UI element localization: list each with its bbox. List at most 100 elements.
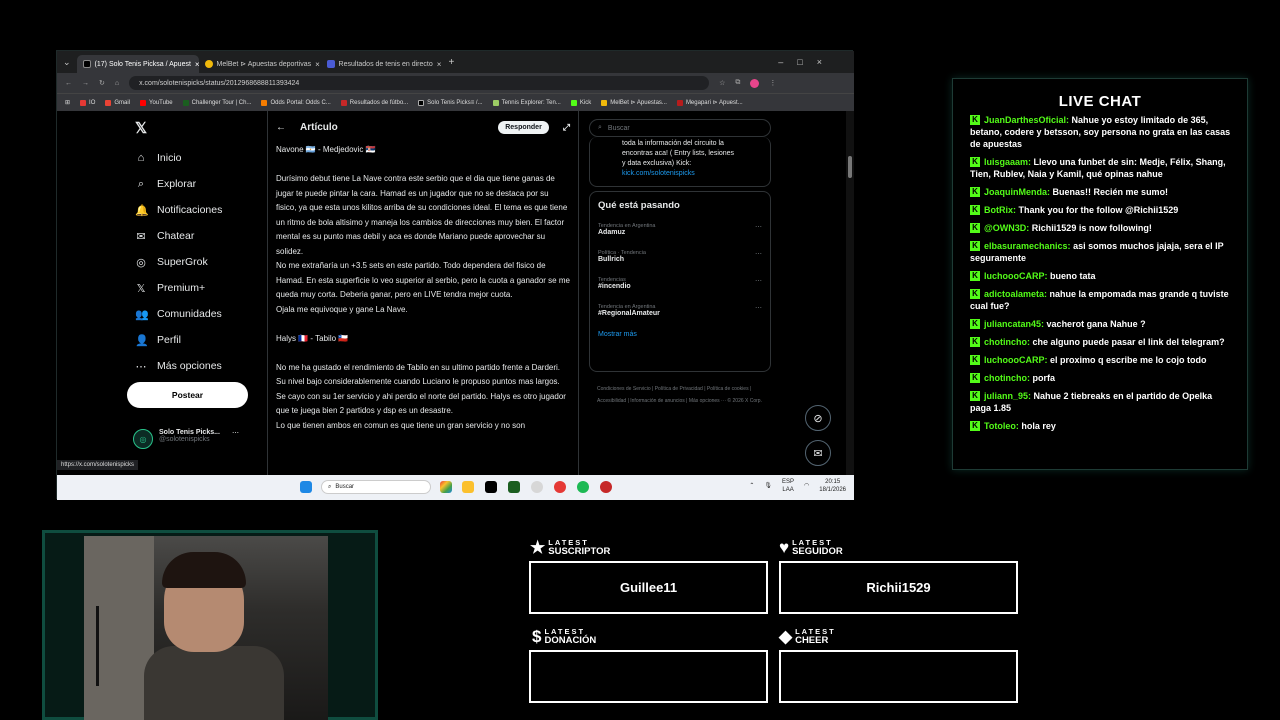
chat-username[interactable]: chotincho:	[984, 337, 1030, 347]
bio-link[interactable]: kick.com/solotenispicks	[622, 170, 695, 177]
chat-username[interactable]: adictoalameta:	[984, 289, 1047, 299]
show-more-link[interactable]: Mostrar más	[598, 331, 762, 338]
nav-item-comunidades[interactable]: 👥 Comunidades	[127, 301, 267, 327]
bookmark-item[interactable]: Resultados de fútbo...	[340, 99, 408, 106]
file-explorer-icon[interactable]	[462, 481, 474, 493]
chat-username[interactable]: BotRix:	[984, 205, 1016, 215]
browser-tab[interactable]: Resultados de tenis en directo ×	[321, 55, 443, 73]
bookmark-item[interactable]: Gmail	[105, 99, 130, 106]
reload-icon[interactable]: ↻	[99, 79, 105, 87]
trend-item[interactable]: Tendencia en Argentina Adamuz ⋯	[598, 223, 762, 236]
browser-tab[interactable]: MelBet ⊳ Apuestas deportivas ×	[199, 55, 321, 73]
nav-item-explorar[interactable]: ⌕ Explorar	[127, 171, 267, 197]
bookmark-item[interactable]: Kick	[570, 99, 591, 106]
extensions-icon[interactable]: ⧉	[735, 79, 740, 87]
expand-icon[interactable]: ⤢	[563, 122, 570, 133]
reply-button[interactable]: Responder	[498, 120, 549, 134]
nav-item-inicio[interactable]: ⌂ Inicio	[127, 145, 267, 171]
search-input[interactable]: ⌕ Buscar	[589, 119, 771, 137]
bookmark-item[interactable]: Tennis Explorer: Ten...	[492, 99, 561, 106]
back-icon[interactable]: ←	[65, 80, 72, 87]
network-icon[interactable]: ◠	[804, 482, 809, 490]
more-icon[interactable]: ⋯	[755, 223, 762, 231]
bookmark-item[interactable]: Challenger Tour | Ch...	[182, 99, 251, 106]
apps-icon[interactable]: ⊞	[65, 99, 70, 106]
trend-item[interactable]: Política · Tendencia Bullrich ⋯	[598, 250, 762, 263]
profile-switcher[interactable]: ◎ Solo Tenis Picks... @solotenispicks ⋯	[133, 429, 239, 449]
window-controls[interactable]: –□×	[778, 57, 836, 67]
bookmark-star-icon[interactable]: ☆	[719, 79, 725, 87]
chat-username[interactable]: luchoooCARP:	[984, 271, 1048, 281]
grok-icon: ◎	[136, 256, 146, 269]
colorful-app-icon[interactable]	[440, 481, 452, 493]
scrollbar[interactable]	[846, 111, 854, 475]
chat-username[interactable]: luchoooCARP:	[984, 355, 1048, 365]
trend-item[interactable]: Tendencia en Argentina #RegionalAmateur ⋯	[598, 304, 762, 317]
language-indicator[interactable]: ESP LAA	[782, 478, 794, 494]
bookmark-item[interactable]: Megapari ⊳ Apuest...	[676, 99, 743, 106]
browser-menu-icon[interactable]: ⋮	[769, 79, 776, 87]
kick-badge-icon: K	[970, 373, 980, 383]
chat-username[interactable]: juliancatan45:	[984, 319, 1044, 329]
chat-username[interactable]: @OWN3D:	[984, 223, 1029, 233]
chat-username[interactable]: luisgaaam:	[984, 157, 1031, 167]
more-icon[interactable]: ⋯	[755, 304, 762, 312]
clock[interactable]: 20:15 18/1/2026	[819, 478, 846, 494]
home-icon[interactable]: ⌂	[115, 80, 119, 87]
close-tab-icon[interactable]: ×	[437, 60, 442, 69]
grok-fab-icon[interactable]: ⊘	[805, 405, 831, 431]
bookmark-item[interactable]: IO	[80, 99, 95, 106]
footer-links[interactable]: Condiciones de Servicio | Política de Pr…	[597, 383, 767, 407]
close-tab-icon[interactable]: ×	[315, 60, 320, 69]
nav-item-perfil[interactable]: 👤 Perfil	[127, 327, 267, 353]
tab-search-icon[interactable]: ⌄	[63, 57, 71, 68]
post-button[interactable]: Postear	[127, 382, 248, 408]
nav-item-notificaciones[interactable]: 🔔 Notificaciones	[127, 197, 267, 223]
more-icon[interactable]: ⋯	[755, 250, 762, 258]
url-field[interactable]: x.com/solotenispicks/status/201296868881…	[129, 76, 710, 90]
search-icon: ⌕	[598, 124, 602, 131]
back-arrow-icon[interactable]: ←	[276, 122, 286, 133]
obs-icon[interactable]	[600, 481, 612, 493]
chat-username[interactable]: chotincho:	[984, 373, 1030, 383]
chat-username[interactable]: elbasuramechanics:	[984, 241, 1071, 251]
bookmark-item[interactable]: Odds Portal: Odds C...	[261, 99, 331, 106]
nav-item-premium-[interactable]: 𝕏 Premium+	[127, 275, 267, 301]
bookmark-item[interactable]: YouTube	[140, 99, 173, 106]
scrollbar-thumb[interactable]	[848, 156, 852, 178]
nav-item-chatear[interactable]: ✉ Chatear	[127, 223, 267, 249]
chat-username[interactable]: JuanDarthesOficial:	[984, 115, 1069, 125]
more-icon[interactable]: ⋯	[755, 277, 762, 285]
chat-username[interactable]: Totoleo:	[984, 421, 1019, 431]
tray-arrow-icon[interactable]: ⌃	[749, 482, 754, 490]
kick-badge-icon: K	[970, 289, 980, 299]
windows-start-icon[interactable]	[300, 481, 312, 493]
chat-username[interactable]: juliann_95:	[984, 391, 1031, 401]
taskbar-search[interactable]: ⌕ Buscar	[321, 480, 431, 494]
alert-label: SEGUIDOR	[792, 546, 843, 557]
more-icon[interactable]: ⋯	[232, 429, 239, 449]
latest-seguidor-box: Richii1529	[779, 561, 1018, 614]
tiktok-icon[interactable]	[485, 481, 497, 493]
kick-badge-icon: K	[970, 421, 980, 431]
bookmark-item[interactable]: Solo Tenis Picks≡ /...	[418, 99, 483, 106]
whatsapp-icon[interactable]	[531, 481, 543, 493]
bookmark-item[interactable]: MelBet ⊳ Apuestas...	[601, 99, 667, 106]
x-logo-icon[interactable]: 𝕏	[127, 111, 267, 145]
nav-item-m-s-opciones[interactable]: ⋯ Más opciones	[127, 353, 267, 379]
trend-item[interactable]: Tendencias #incendio ⋯	[598, 277, 762, 290]
webcam-feed	[84, 536, 328, 720]
article-paragraph: Halys 🇫🇷 - Tabilo 🇨🇱	[276, 333, 349, 343]
browser-tab[interactable]: (17) Solo Tenis Picksa / Apuest ×	[76, 55, 199, 73]
mic-icon[interactable]: 🎙	[764, 482, 772, 490]
new-tab-button[interactable]: +	[449, 57, 455, 68]
profile-avatar-icon[interactable]	[750, 78, 760, 88]
nav-item-supergrok[interactable]: ◎ SuperGrok	[127, 249, 267, 275]
forward-icon[interactable]: →	[82, 80, 89, 87]
chrome-icon[interactable]	[554, 481, 566, 493]
chat-username[interactable]: JoaquinMenda:	[984, 187, 1050, 197]
messages-fab-icon[interactable]: ✉	[805, 440, 831, 466]
latest-donacion-box	[529, 650, 768, 703]
spotify-icon[interactable]	[577, 481, 589, 493]
excel-icon[interactable]	[508, 481, 520, 493]
